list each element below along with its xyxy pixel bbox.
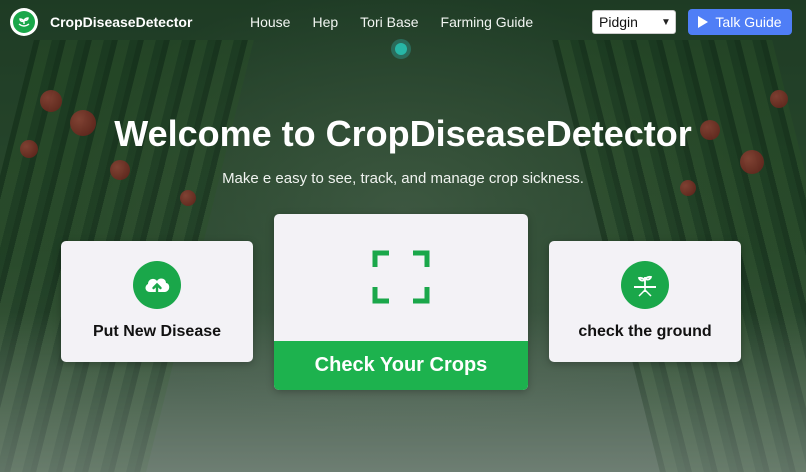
nav-link-tori-base[interactable]: Tori Base (360, 14, 418, 30)
brand-logo[interactable] (10, 8, 38, 36)
check-your-crops-button[interactable]: Check Your Crops (274, 341, 528, 390)
hero-title: Welcome to CropDiseaseDetector (114, 113, 692, 154)
sprout-hands-icon (13, 11, 35, 33)
nav-links: House Hep Tori Base Farming Guide (250, 14, 555, 30)
language-select-value: Pidgin (599, 14, 638, 30)
check-crops-card[interactable]: Check Your Crops (274, 214, 528, 390)
brand-name[interactable]: CropDiseaseDetector (50, 14, 192, 30)
put-new-disease-label: Put New Disease (92, 323, 222, 340)
cloud-upload-icon (133, 261, 181, 309)
top-navbar: CropDiseaseDetector House Hep Tori Base … (0, 0, 806, 44)
play-icon (698, 16, 709, 28)
chevron-down-icon: ▼ (661, 16, 671, 28)
hero-subtitle: Make e easy to see, track, and manage cr… (222, 170, 584, 187)
language-select[interactable]: Pidgin ▼ (592, 10, 676, 34)
nav-link-house[interactable]: House (250, 14, 290, 30)
nav-link-farming-guide[interactable]: Farming Guide (441, 14, 534, 30)
talk-guide-label: Talk Guide (715, 14, 782, 30)
soil-plant-icon (621, 261, 669, 309)
status-dot (391, 39, 411, 59)
check-ground-card[interactable]: check the ground (549, 241, 741, 362)
nav-link-help[interactable]: Hep (312, 14, 338, 30)
put-new-disease-card[interactable]: Put New Disease (61, 241, 253, 362)
scan-frame-icon (372, 250, 430, 304)
talk-guide-button[interactable]: Talk Guide (688, 9, 792, 35)
check-ground-label: check the ground (578, 323, 712, 340)
